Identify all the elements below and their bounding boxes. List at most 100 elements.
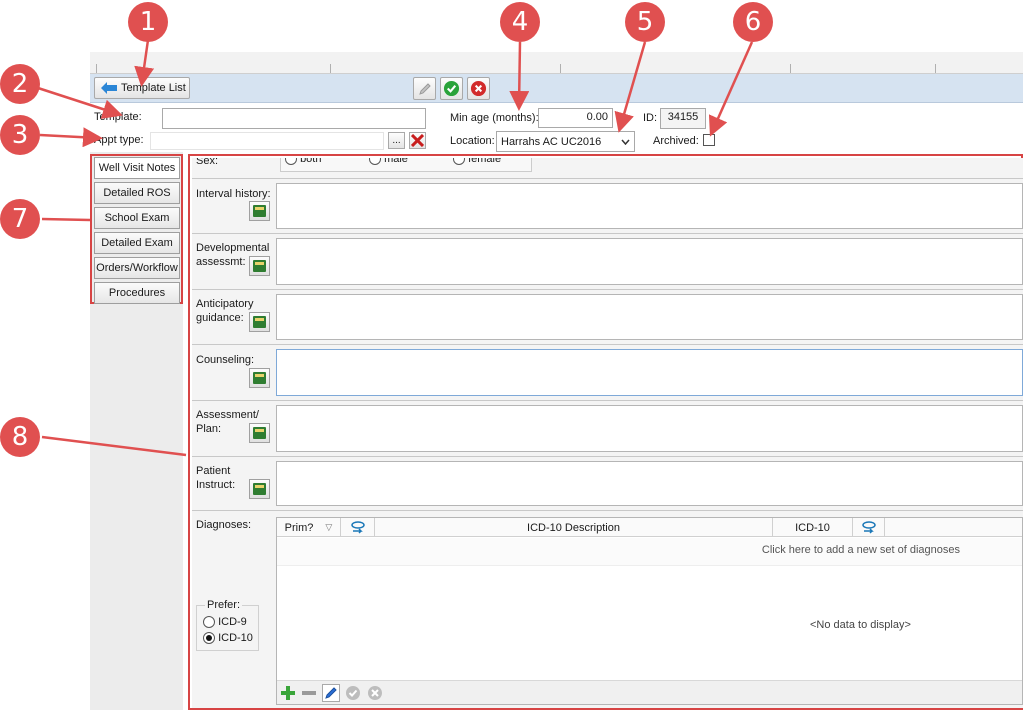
counseling-section: Counseling:: [192, 344, 1023, 400]
book-icon: [253, 316, 266, 328]
plus-icon: [281, 686, 295, 700]
column-chooser-button-2[interactable]: [853, 518, 885, 537]
counseling-label: Counseling:: [196, 354, 255, 366]
sex-radio-group: both male female: [280, 158, 532, 172]
tab-orders-workflow[interactable]: Orders/Workflow: [94, 257, 180, 279]
anticipatory-label: Anticipatory guidance:: [196, 298, 254, 324]
diagnoses-grid: Prim? ▽ ICD-10 Description ICD-10 Click …: [276, 517, 1023, 705]
book-icon: [253, 205, 266, 217]
developmental-section: Developmental assessmt:: [192, 233, 1023, 289]
patient-instruct-phrases-button[interactable]: [249, 479, 270, 499]
counseling-textarea[interactable]: [276, 349, 1023, 396]
template-list-button[interactable]: Template List: [94, 77, 190, 99]
sex-option-both[interactable]: both: [285, 158, 321, 166]
min-age-label: Min age (months):: [450, 112, 539, 124]
patient-instruct-section: Patient Instruct:: [192, 456, 1023, 510]
prefer-group: Prefer: ICD-9 ICD-10: [196, 599, 259, 651]
sex-option-female[interactable]: female: [453, 158, 501, 166]
diagnoses-grid-toolbar: [277, 680, 1022, 704]
callout-8: 8: [0, 417, 40, 457]
prefer-icd9-radio[interactable]: ICD-9: [203, 616, 247, 629]
add-diagnoses-row[interactable]: Click here to add a new set of diagnoses: [277, 538, 1022, 566]
edit-row-button[interactable]: [322, 684, 340, 702]
filter-icon: ▽: [325, 522, 333, 532]
sex-label: Sex:: [196, 158, 219, 167]
counseling-phrases-button[interactable]: [249, 368, 270, 388]
column-chooser-button[interactable]: [341, 518, 375, 537]
book-icon: [253, 483, 266, 495]
diagnoses-section: Diagnoses: Prefer: ICD-9 ICD-10 Prim? ▽ …: [192, 510, 1023, 708]
callout-3: 3: [0, 115, 40, 155]
red-x-icon: [411, 134, 424, 147]
book-icon: [253, 427, 266, 439]
id-field: 34155: [660, 108, 706, 129]
add-diagnoses-hint: Click here to add a new set of diagnoses: [761, 544, 960, 556]
interval-history-label: Interval history:: [196, 188, 271, 200]
save-button[interactable]: [440, 77, 463, 100]
book-icon: [253, 260, 266, 272]
column-prim[interactable]: Prim? ▽: [277, 518, 341, 537]
close-circle-icon: [470, 80, 487, 97]
developmental-textarea[interactable]: [276, 238, 1023, 285]
prefer-icd10-radio[interactable]: ICD-10: [203, 632, 253, 645]
interval-history-phrases-button[interactable]: [249, 201, 270, 221]
cancel-row-button[interactable]: [366, 684, 384, 702]
assessment-phrases-button[interactable]: [249, 423, 270, 443]
close-circle-icon: [368, 686, 382, 700]
assessment-plan-textarea[interactable]: [276, 405, 1023, 452]
developmental-phrases-button[interactable]: [249, 256, 270, 276]
pencil-icon: [418, 82, 431, 95]
template-list-label: Template List: [121, 82, 186, 94]
prefer-label: Prefer:: [205, 599, 243, 611]
toolbar: Template List: [90, 74, 1023, 103]
check-circle-icon: [443, 80, 460, 97]
id-label: ID:: [643, 112, 658, 124]
tab-detailed-ros[interactable]: Detailed ROS: [94, 182, 180, 204]
patient-instruct-label: Patient Instruct:: [196, 465, 236, 491]
tab-detailed-exam[interactable]: Detailed Exam: [94, 232, 180, 254]
diagnoses-label: Diagnoses:: [196, 519, 252, 531]
archived-checkbox[interactable]: [703, 134, 715, 146]
tab-procedures[interactable]: Procedures: [94, 282, 180, 304]
confirm-row-button[interactable]: [344, 684, 362, 702]
pencil-icon: [325, 687, 337, 699]
sex-option-male[interactable]: male: [369, 158, 408, 166]
template-label: Template:: [94, 111, 142, 123]
top-strip: [90, 52, 1023, 74]
anticipatory-textarea[interactable]: [276, 294, 1023, 340]
column-code[interactable]: ICD-10: [773, 518, 853, 537]
callout-1: 1: [128, 2, 168, 42]
cancel-button[interactable]: [467, 77, 490, 100]
tabs-panel: Well Visit Notes Detailed ROS School Exa…: [90, 154, 183, 304]
archived-label: Archived:: [653, 135, 699, 147]
patient-instruct-textarea[interactable]: [276, 461, 1023, 506]
interval-history-textarea[interactable]: [276, 183, 1023, 229]
well-visit-form: Sex: both male female Interval history: …: [188, 154, 1023, 710]
tab-well-visit-notes[interactable]: Well Visit Notes: [94, 157, 180, 179]
interval-history-section: Interval history:: [192, 178, 1023, 233]
chevron-down-icon: [621, 139, 630, 145]
callout-6: 6: [733, 2, 773, 42]
template-input[interactable]: [162, 108, 426, 129]
location-select[interactable]: Harrahs AC UC2016: [496, 131, 635, 152]
appt-type-clear-button[interactable]: [409, 132, 426, 149]
eye-arrow-icon: [350, 520, 365, 534]
min-age-input[interactable]: 0.00: [538, 108, 613, 128]
tab-school-exam[interactable]: School Exam: [94, 207, 180, 229]
assessment-plan-section: Assessment/Plan:: [192, 400, 1023, 456]
remove-row-button[interactable]: [300, 684, 318, 702]
check-circle-icon: [346, 686, 360, 700]
callout-5: 5: [625, 2, 665, 42]
add-row-button[interactable]: [279, 684, 297, 702]
appt-type-input[interactable]: [150, 132, 384, 150]
anticipatory-phrases-button[interactable]: [249, 312, 270, 332]
book-icon: [253, 372, 266, 384]
column-description[interactable]: ICD-10 Description: [375, 518, 773, 537]
edit-button[interactable]: [413, 77, 436, 100]
callout-2: 2: [0, 64, 40, 104]
location-value: Harrahs AC UC2016: [501, 135, 602, 148]
sex-row: Sex: both male female: [192, 158, 1023, 178]
anticipatory-section: Anticipatory guidance:: [192, 289, 1023, 344]
location-label: Location:: [450, 135, 495, 147]
appt-type-browse-button[interactable]: ...: [388, 132, 405, 149]
